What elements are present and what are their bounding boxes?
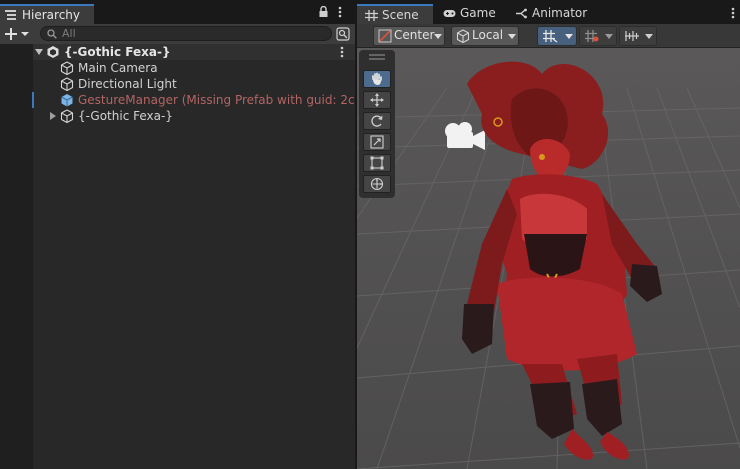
dropdown-arrow-icon <box>565 34 573 39</box>
pivot-rotation-dropdown[interactable]: Local <box>451 26 519 46</box>
dropdown-arrow-icon <box>434 34 442 39</box>
move-tool-icon <box>370 93 384 107</box>
tree-row-scene[interactable]: {-Gothic Fexa-} <box>33 44 355 60</box>
missing-prefab-label: GestureManager (Missing Prefab with guid… <box>78 93 355 107</box>
unity-scene-icon <box>47 46 59 58</box>
dropdown-arrow-icon <box>605 34 613 39</box>
hierarchy-tab-label: Hierarchy <box>22 8 81 22</box>
fold-collapsed-icon[interactable] <box>49 112 57 120</box>
snap-increment-icon <box>585 30 599 42</box>
transform-tool-button[interactable] <box>363 175 391 193</box>
gamepad-icon <box>443 10 456 17</box>
scene-tab-bar: Scene Game Animator <box>357 0 740 24</box>
move-tool-button[interactable] <box>363 91 391 109</box>
scene-panel: Scene Game Animator Center Local <box>357 0 740 469</box>
gameobject-cube-icon <box>60 77 74 91</box>
scale-tool-button[interactable] <box>363 133 391 151</box>
gameobject-cube-icon <box>60 109 74 123</box>
tab-hierarchy[interactable]: Hierarchy <box>0 4 94 24</box>
rect-tool-icon <box>370 156 384 170</box>
hierarchy-tab-bar: Hierarchy <box>0 0 355 24</box>
grid-snap-icon <box>543 30 558 43</box>
more-options-icon[interactable] <box>337 5 343 19</box>
dropdown-arrow-icon <box>508 34 516 39</box>
transform-tool-icon <box>370 177 384 191</box>
pivot-rotation-label: Local <box>472 28 504 42</box>
palette-drag-handle-icon[interactable] <box>369 54 385 60</box>
tab-label: Game <box>460 6 496 20</box>
rotate-tool-icon <box>371 115 383 127</box>
hierarchy-tree: {-Gothic Fexa-} Main Camera Directional … <box>33 44 355 469</box>
grid-visibility-toggle[interactable] <box>619 26 657 46</box>
dropdown-arrow-icon <box>645 34 653 39</box>
tree-row-label: Directional Light <box>78 77 177 91</box>
search-placeholder: All <box>62 27 76 40</box>
grid-snapping-toggle[interactable] <box>537 26 577 46</box>
fold-expanded-icon[interactable] <box>35 48 43 56</box>
hash-icon <box>365 10 378 21</box>
hierarchy-toolbar: All <box>0 24 355 44</box>
tool-palette <box>359 50 395 198</box>
hand-tool-icon <box>372 72 382 85</box>
tab-game[interactable]: Game <box>435 4 505 24</box>
pivot-center-icon <box>378 29 392 43</box>
scene-toolbar: Center Local <box>357 24 740 48</box>
tree-row-label: Main Camera <box>78 61 158 75</box>
search-icon <box>47 29 57 39</box>
search-input[interactable]: All <box>40 26 332 41</box>
more-options-icon[interactable] <box>730 6 736 20</box>
hierarchy-panel: Hierarchy All {-Gothic Fexa-} Main Camer… <box>0 0 355 469</box>
hierarchy-gutter <box>0 44 33 469</box>
grid-ruler-icon <box>625 31 639 41</box>
gameobject-cube-icon <box>60 61 74 75</box>
scene-more-icon[interactable] <box>339 45 345 59</box>
scene-name-label: {-Gothic Fexa-} <box>64 45 171 59</box>
pivot-mode-dropdown[interactable]: Center <box>373 26 445 46</box>
rect-tool-button[interactable] <box>363 154 391 172</box>
prefab-cube-icon <box>61 94 73 107</box>
hand-tool-button[interactable] <box>363 70 391 88</box>
tab-label: Scene <box>382 8 419 22</box>
rotate-tool-button[interactable] <box>363 112 391 130</box>
tree-row-gesture-manager[interactable]: GestureManager (Missing Prefab with guid… <box>33 92 355 108</box>
tree-row-directional-light[interactable]: Directional Light <box>33 76 355 92</box>
scene-visibility-icon[interactable] <box>336 27 350 41</box>
tree-row-label: {-Gothic Fexa-} <box>78 109 173 123</box>
list-icon <box>5 10 16 20</box>
add-object-button[interactable] <box>4 26 32 42</box>
lock-icon[interactable] <box>318 6 329 18</box>
scale-tool-icon <box>370 135 384 149</box>
tree-row-gothic-fexa-prefab[interactable]: {-Gothic Fexa-} <box>33 108 355 124</box>
avatar-model[interactable] <box>452 54 732 464</box>
local-rotation-icon <box>456 29 470 43</box>
tab-scene[interactable]: Scene <box>357 4 433 24</box>
tree-row-main-camera[interactable]: Main Camera <box>33 60 355 76</box>
animator-icon <box>516 8 527 19</box>
tab-label: Animator <box>532 6 588 20</box>
tab-animator[interactable]: Animator <box>507 4 597 24</box>
scene-viewport[interactable] <box>357 48 740 469</box>
incremental-snap-toggle[interactable] <box>579 26 617 46</box>
pivot-mode-label: Center <box>394 28 435 42</box>
